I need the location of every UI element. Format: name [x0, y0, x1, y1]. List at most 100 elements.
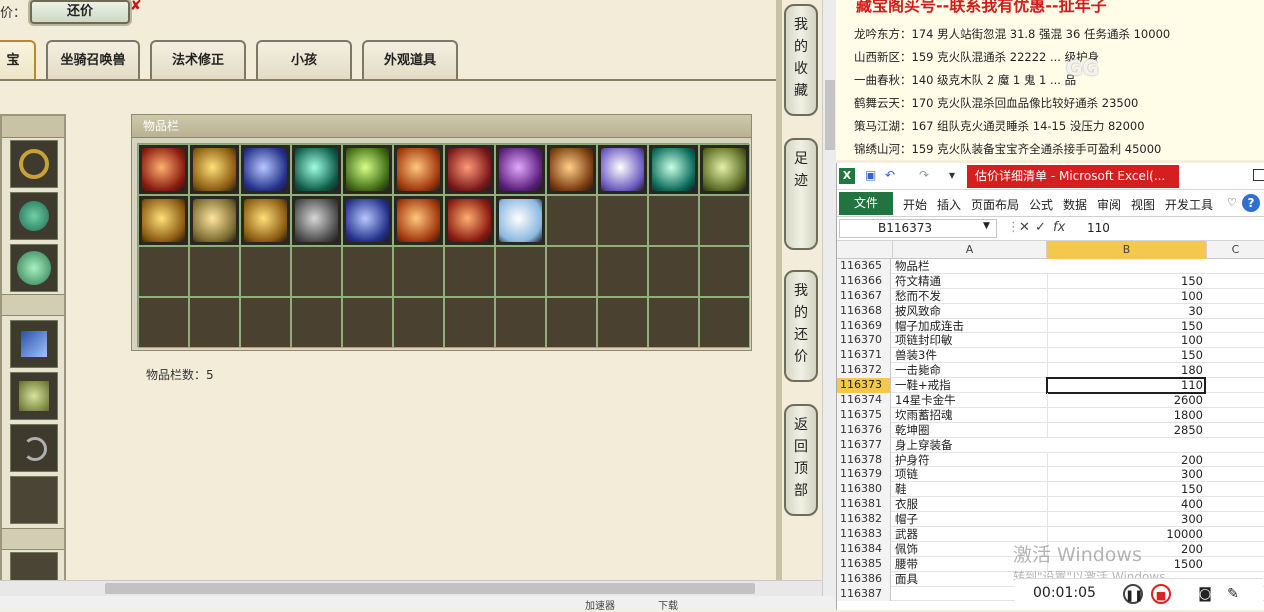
row-number[interactable]: 116378	[837, 452, 891, 468]
select-all-corner[interactable]	[837, 241, 893, 259]
insert-function-icon[interactable]: fx	[1053, 220, 1065, 235]
inventory-slot[interactable]	[597, 195, 648, 246]
inventory-slot[interactable]	[546, 195, 597, 246]
tab-data[interactable]: 数据	[1063, 196, 1087, 213]
tab-page-layout[interactable]: 页面布局	[971, 196, 1019, 213]
cell-a[interactable]: 身上穿装备	[893, 438, 1045, 453]
tab-home[interactable]: 开始	[903, 196, 927, 213]
row-number[interactable]: 116387	[837, 586, 891, 602]
inventory-slot[interactable]	[648, 195, 699, 246]
inventory-slot[interactable]	[291, 246, 342, 297]
inventory-slot[interactable]	[648, 144, 699, 195]
name-box[interactable]: B116373	[839, 219, 997, 238]
camera-icon[interactable]: ◙	[1195, 584, 1215, 604]
inventory-slot[interactable]	[699, 297, 750, 348]
close-icon[interactable]: ✘	[130, 0, 142, 14]
help-icon[interactable]: ?	[1242, 194, 1260, 212]
tab-spell-mods[interactable]: 法术修正	[150, 40, 246, 80]
equip-slot[interactable]	[10, 192, 58, 240]
tab-treasure[interactable]: 宝	[0, 40, 36, 80]
back-to-top-button[interactable]: 返回顶部	[784, 404, 818, 516]
inventory-slot[interactable]	[699, 144, 750, 195]
equip-slot[interactable]	[10, 140, 58, 188]
inventory-slot[interactable]	[546, 246, 597, 297]
inventory-slot[interactable]	[546, 297, 597, 348]
inventory-slot[interactable]	[699, 195, 750, 246]
tab-developer[interactable]: 开发工具	[1165, 196, 1213, 213]
vertical-scrollbar[interactable]	[822, 0, 836, 610]
column-header-c[interactable]: C	[1207, 241, 1264, 259]
inventory-slot[interactable]	[444, 195, 495, 246]
inventory-slot[interactable]	[495, 297, 546, 348]
inventory-slot[interactable]	[393, 297, 444, 348]
inventory-slot[interactable]	[546, 144, 597, 195]
row-number[interactable]: 116366	[837, 273, 891, 289]
inventory-slot[interactable]	[189, 246, 240, 297]
inventory-slot[interactable]	[342, 297, 393, 348]
row-number[interactable]: 116367	[837, 288, 891, 304]
cell-b[interactable]: 200	[1047, 452, 1205, 468]
row-number[interactable]: 116365	[837, 259, 891, 274]
inventory-slot[interactable]	[240, 144, 291, 195]
inventory-slot[interactable]	[444, 246, 495, 297]
cell-b[interactable]: 2850	[1047, 422, 1205, 438]
inventory-slot[interactable]	[393, 144, 444, 195]
column-header-b[interactable]: B	[1047, 241, 1207, 259]
inventory-slot[interactable]	[138, 144, 189, 195]
row-number[interactable]: 116374	[837, 393, 891, 408]
inventory-slot[interactable]	[495, 246, 546, 297]
cell-b[interactable]: 150	[1047, 318, 1205, 334]
cell-b[interactable]: 150	[1047, 348, 1205, 364]
inventory-slot[interactable]	[597, 246, 648, 297]
maximize-icon[interactable]	[1253, 169, 1264, 181]
row-number[interactable]: 116369	[837, 318, 891, 334]
formula-input[interactable]: 110	[1087, 221, 1110, 235]
inventory-slot[interactable]	[648, 246, 699, 297]
cell-a[interactable]: 符文精通	[893, 274, 1045, 289]
inventory-slot[interactable]	[342, 246, 393, 297]
cell-a[interactable]: 愁而不发	[893, 289, 1045, 304]
row-number[interactable]: 116382	[837, 512, 891, 528]
inventory-slot[interactable]	[240, 195, 291, 246]
cell-b[interactable]: 1800	[1047, 407, 1205, 423]
inventory-slot[interactable]	[240, 297, 291, 348]
tab-formulas[interactable]: 公式	[1029, 196, 1053, 213]
cell-a[interactable]: 坎雨蓄招魂	[893, 408, 1045, 423]
inventory-slot[interactable]	[648, 297, 699, 348]
inventory-slot[interactable]	[138, 195, 189, 246]
row-number[interactable]: 116381	[837, 497, 891, 513]
inventory-slot[interactable]	[189, 195, 240, 246]
cell-a[interactable]: 一鞋+戒指	[893, 378, 1045, 393]
my-counteroffers-button[interactable]: 我的还价	[784, 270, 818, 382]
cancel-icon[interactable]: ✕	[1019, 220, 1030, 235]
customize-qat-icon[interactable]: ▾	[949, 168, 955, 182]
row-number[interactable]: 116371	[837, 348, 891, 364]
cell-a[interactable]: 帽子加成连击	[893, 319, 1045, 334]
inventory-slot[interactable]	[495, 195, 546, 246]
row-number[interactable]: 116383	[837, 527, 891, 542]
inventory-slot[interactable]	[495, 144, 546, 195]
cell-a[interactable]: 14星卡金牛	[893, 393, 1045, 408]
equip-slot[interactable]	[10, 476, 58, 524]
tab-view[interactable]: 视图	[1131, 196, 1155, 213]
tab-file[interactable]: 文件	[839, 192, 893, 215]
row-number[interactable]: 116368	[837, 303, 891, 319]
inventory-slot[interactable]	[444, 144, 495, 195]
inventory-slot[interactable]	[138, 246, 189, 297]
inventory-slot[interactable]	[291, 144, 342, 195]
row-number[interactable]: 116379	[837, 467, 891, 483]
inventory-slot[interactable]	[393, 246, 444, 297]
inventory-slot[interactable]	[393, 195, 444, 246]
cell-b[interactable]: 2600	[1047, 393, 1205, 408]
inventory-slot[interactable]	[342, 144, 393, 195]
undo-icon[interactable]: ↶	[885, 168, 895, 182]
inventory-slot[interactable]	[699, 246, 750, 297]
equip-slot[interactable]	[10, 424, 58, 472]
tab-children[interactable]: 小孩	[256, 40, 352, 80]
cell-a[interactable]: 一击毙命	[893, 363, 1045, 378]
cell-b[interactable]: 100	[1047, 333, 1205, 349]
row-number[interactable]: 116380	[837, 482, 891, 498]
cell-b[interactable]: 180	[1047, 363, 1205, 379]
horizontal-scrollbar[interactable]	[0, 580, 822, 596]
inventory-slot[interactable]	[189, 297, 240, 348]
